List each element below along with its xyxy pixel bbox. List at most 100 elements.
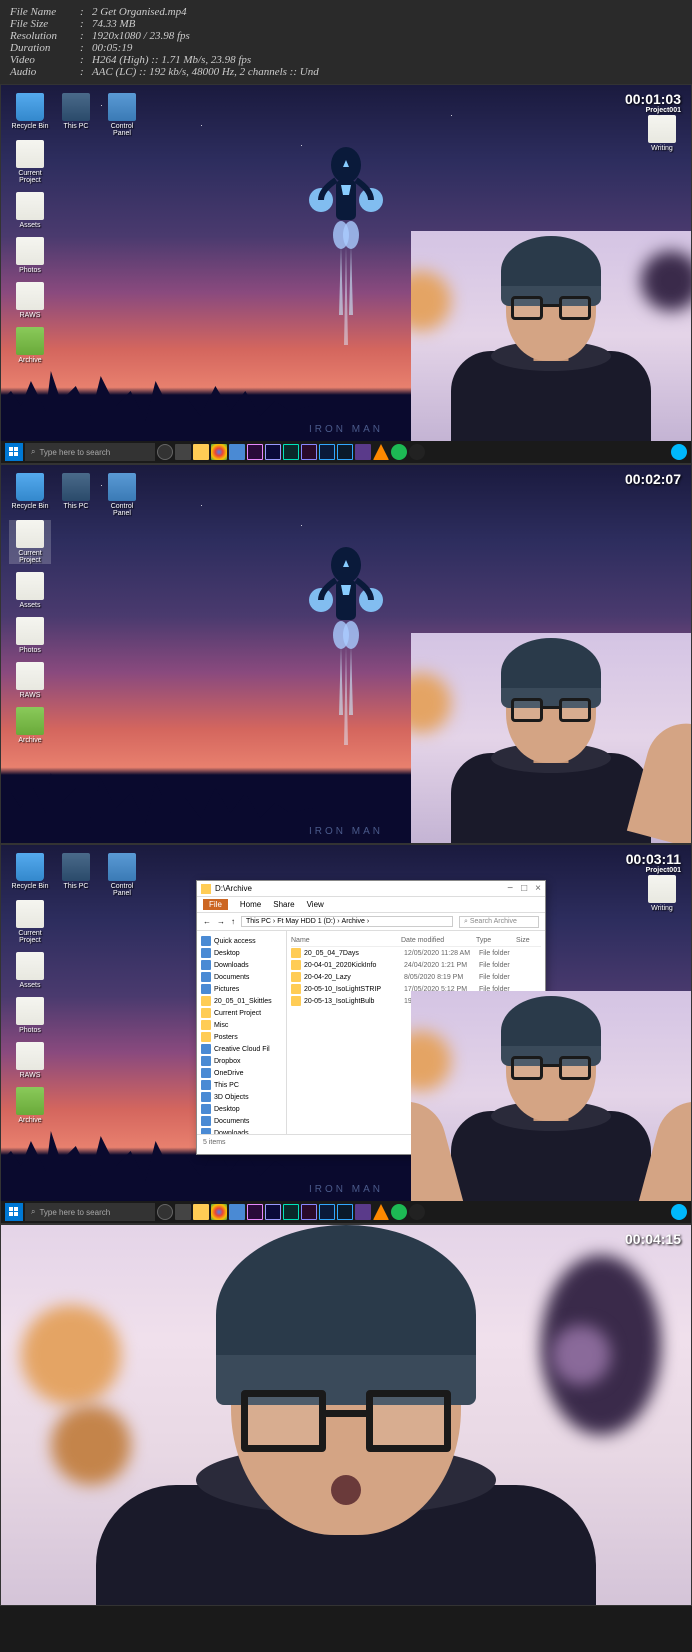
recycle-bin-icon[interactable]: Recycle Bin xyxy=(9,853,51,897)
file-row[interactable]: 20_05_04_7Days12/05/2020 11:28 AMFile fo… xyxy=(291,947,541,959)
desktop-screenshot: Recycle Bin This PC Control Panel Curren… xyxy=(1,845,691,1223)
taskbar-taskview[interactable] xyxy=(175,444,191,460)
sidebar-item[interactable]: Dropbox xyxy=(199,1055,284,1067)
taskbar-chrome[interactable] xyxy=(211,444,227,460)
column-headers[interactable]: NameDate modifiedTypeSize xyxy=(291,935,541,947)
taskbar-chrome[interactable] xyxy=(211,1204,227,1220)
folder-current-project[interactable]: Current Project xyxy=(9,140,51,184)
taskbar-app2[interactable] xyxy=(355,444,371,460)
windows-taskbar[interactable]: ⌕Type here to search xyxy=(1,1201,691,1223)
taskbar-mediaencoder[interactable] xyxy=(301,444,317,460)
explorer-sidebar[interactable]: Quick accessDesktopDownloadsDocumentsPic… xyxy=(197,931,287,1134)
taskbar-obs[interactable] xyxy=(409,1204,425,1220)
folder-writing[interactable]: Writing xyxy=(641,115,683,152)
folder-photos[interactable]: Photos xyxy=(9,237,51,274)
taskbar-spotify[interactable] xyxy=(391,444,407,460)
ribbon-share[interactable]: Share xyxy=(273,900,294,909)
sidebar-item[interactable]: Desktop xyxy=(199,947,284,959)
taskbar-lightroom[interactable] xyxy=(337,444,353,460)
folder-writing[interactable]: Writing xyxy=(641,875,683,912)
taskbar-premiere[interactable] xyxy=(247,444,263,460)
taskbar-aftereffects[interactable] xyxy=(265,1204,281,1220)
ribbon-file[interactable]: File xyxy=(203,899,228,910)
folder-archive[interactable]: Archive xyxy=(9,707,51,744)
folder-raws[interactable]: RAWS xyxy=(9,1042,51,1079)
control-panel-icon[interactable]: Control Panel xyxy=(101,473,143,517)
taskbar-logitech[interactable] xyxy=(671,1204,687,1220)
folder-raws[interactable]: RAWS xyxy=(9,662,51,699)
nav-back-button[interactable]: ← xyxy=(203,917,211,926)
file-row[interactable]: 20-04-20_Lazy8/05/2020 8:19 PMFile folde… xyxy=(291,971,541,983)
ribbon-home[interactable]: Home xyxy=(240,900,261,909)
sidebar-item[interactable]: Documents xyxy=(199,971,284,983)
folder-photos[interactable]: Photos xyxy=(9,617,51,654)
minimize-button[interactable]: − xyxy=(507,883,513,894)
taskbar-photoshop[interactable] xyxy=(319,1204,335,1220)
taskbar-photoshop[interactable] xyxy=(319,444,335,460)
folder-current-project[interactable]: Current Project xyxy=(9,900,51,944)
this-pc-icon[interactable]: This PC xyxy=(55,853,97,897)
taskbar-explorer[interactable] xyxy=(193,1204,209,1220)
sidebar-item[interactable]: Pictures xyxy=(199,983,284,995)
taskbar-app2[interactable] xyxy=(355,1204,371,1220)
sidebar-item[interactable]: Desktop xyxy=(199,1103,284,1115)
sidebar-item[interactable]: Quick access xyxy=(199,935,284,947)
breadcrumb[interactable]: This PC › Ft May HDD 1 (D:) › Archive › xyxy=(241,916,453,927)
sidebar-item[interactable]: OneDrive xyxy=(199,1067,284,1079)
windows-taskbar[interactable]: ⌕Type here to search xyxy=(1,441,691,463)
sidebar-item[interactable]: 20_05_01_Skittles xyxy=(199,995,284,1007)
taskbar-vlc[interactable] xyxy=(373,1204,389,1220)
close-button[interactable]: × xyxy=(535,883,541,894)
taskbar-explorer[interactable] xyxy=(193,444,209,460)
taskbar-lightroom[interactable] xyxy=(337,1204,353,1220)
nav-forward-button[interactable]: → xyxy=(217,917,225,926)
taskbar-search[interactable]: ⌕Type here to search xyxy=(25,443,155,461)
folder-archive[interactable]: Archive xyxy=(9,1087,51,1124)
taskbar-obs[interactable] xyxy=(409,444,425,460)
explorer-titlebar[interactable]: D:\Archive − □ × xyxy=(197,881,545,897)
taskbar-search[interactable]: ⌕Type here to search xyxy=(25,1203,155,1221)
nav-up-button[interactable]: ↑ xyxy=(231,917,235,926)
control-panel-icon[interactable]: Control Panel xyxy=(101,93,143,137)
sidebar-item[interactable]: This PC xyxy=(199,1079,284,1091)
taskbar-app1[interactable] xyxy=(229,1204,245,1220)
taskbar-mediaencoder[interactable] xyxy=(301,1204,317,1220)
sidebar-item[interactable]: Misc xyxy=(199,1019,284,1031)
taskbar-cortana[interactable] xyxy=(157,1204,173,1220)
sidebar-item[interactable]: Posters xyxy=(199,1031,284,1043)
taskbar-logitech[interactable] xyxy=(671,444,687,460)
taskbar-spotify[interactable] xyxy=(391,1204,407,1220)
taskbar-audition[interactable] xyxy=(283,1204,299,1220)
maximize-button[interactable]: □ xyxy=(521,883,527,894)
folder-assets[interactable]: Assets xyxy=(9,572,51,609)
this-pc-icon[interactable]: This PC xyxy=(55,93,97,137)
recycle-bin-icon[interactable]: Recycle Bin xyxy=(9,93,51,137)
folder-current-project[interactable]: Current Project xyxy=(9,520,51,564)
ribbon-view[interactable]: View xyxy=(307,900,324,909)
sidebar-item[interactable]: 3D Objects xyxy=(199,1091,284,1103)
folder-raws[interactable]: RAWS xyxy=(9,282,51,319)
sidebar-item[interactable]: Current Project xyxy=(199,1007,284,1019)
explorer-search[interactable]: ⌕ Search Archive xyxy=(459,916,539,928)
taskbar-taskview[interactable] xyxy=(175,1204,191,1220)
sidebar-item[interactable]: Documents xyxy=(199,1115,284,1127)
taskbar-app1[interactable] xyxy=(229,444,245,460)
taskbar-vlc[interactable] xyxy=(373,444,389,460)
sidebar-item[interactable]: Creative Cloud Fil xyxy=(199,1043,284,1055)
folder-archive[interactable]: Archive xyxy=(9,327,51,364)
file-row[interactable]: 20-04-01_2020KickInfo24/04/2020 1:21 PMF… xyxy=(291,959,541,971)
control-panel-icon[interactable]: Control Panel xyxy=(101,853,143,897)
sidebar-item[interactable]: Downloads xyxy=(199,1127,284,1134)
taskbar-premiere[interactable] xyxy=(247,1204,263,1220)
recycle-bin-icon[interactable]: Recycle Bin xyxy=(9,473,51,517)
this-pc-icon[interactable]: This PC xyxy=(55,473,97,517)
taskbar-audition[interactable] xyxy=(283,444,299,460)
start-button[interactable] xyxy=(5,443,23,461)
folder-assets[interactable]: Assets xyxy=(9,192,51,229)
folder-assets[interactable]: Assets xyxy=(9,952,51,989)
folder-photos[interactable]: Photos xyxy=(9,997,51,1034)
taskbar-cortana[interactable] xyxy=(157,444,173,460)
start-button[interactable] xyxy=(5,1203,23,1221)
taskbar-aftereffects[interactable] xyxy=(265,444,281,460)
sidebar-item[interactable]: Downloads xyxy=(199,959,284,971)
